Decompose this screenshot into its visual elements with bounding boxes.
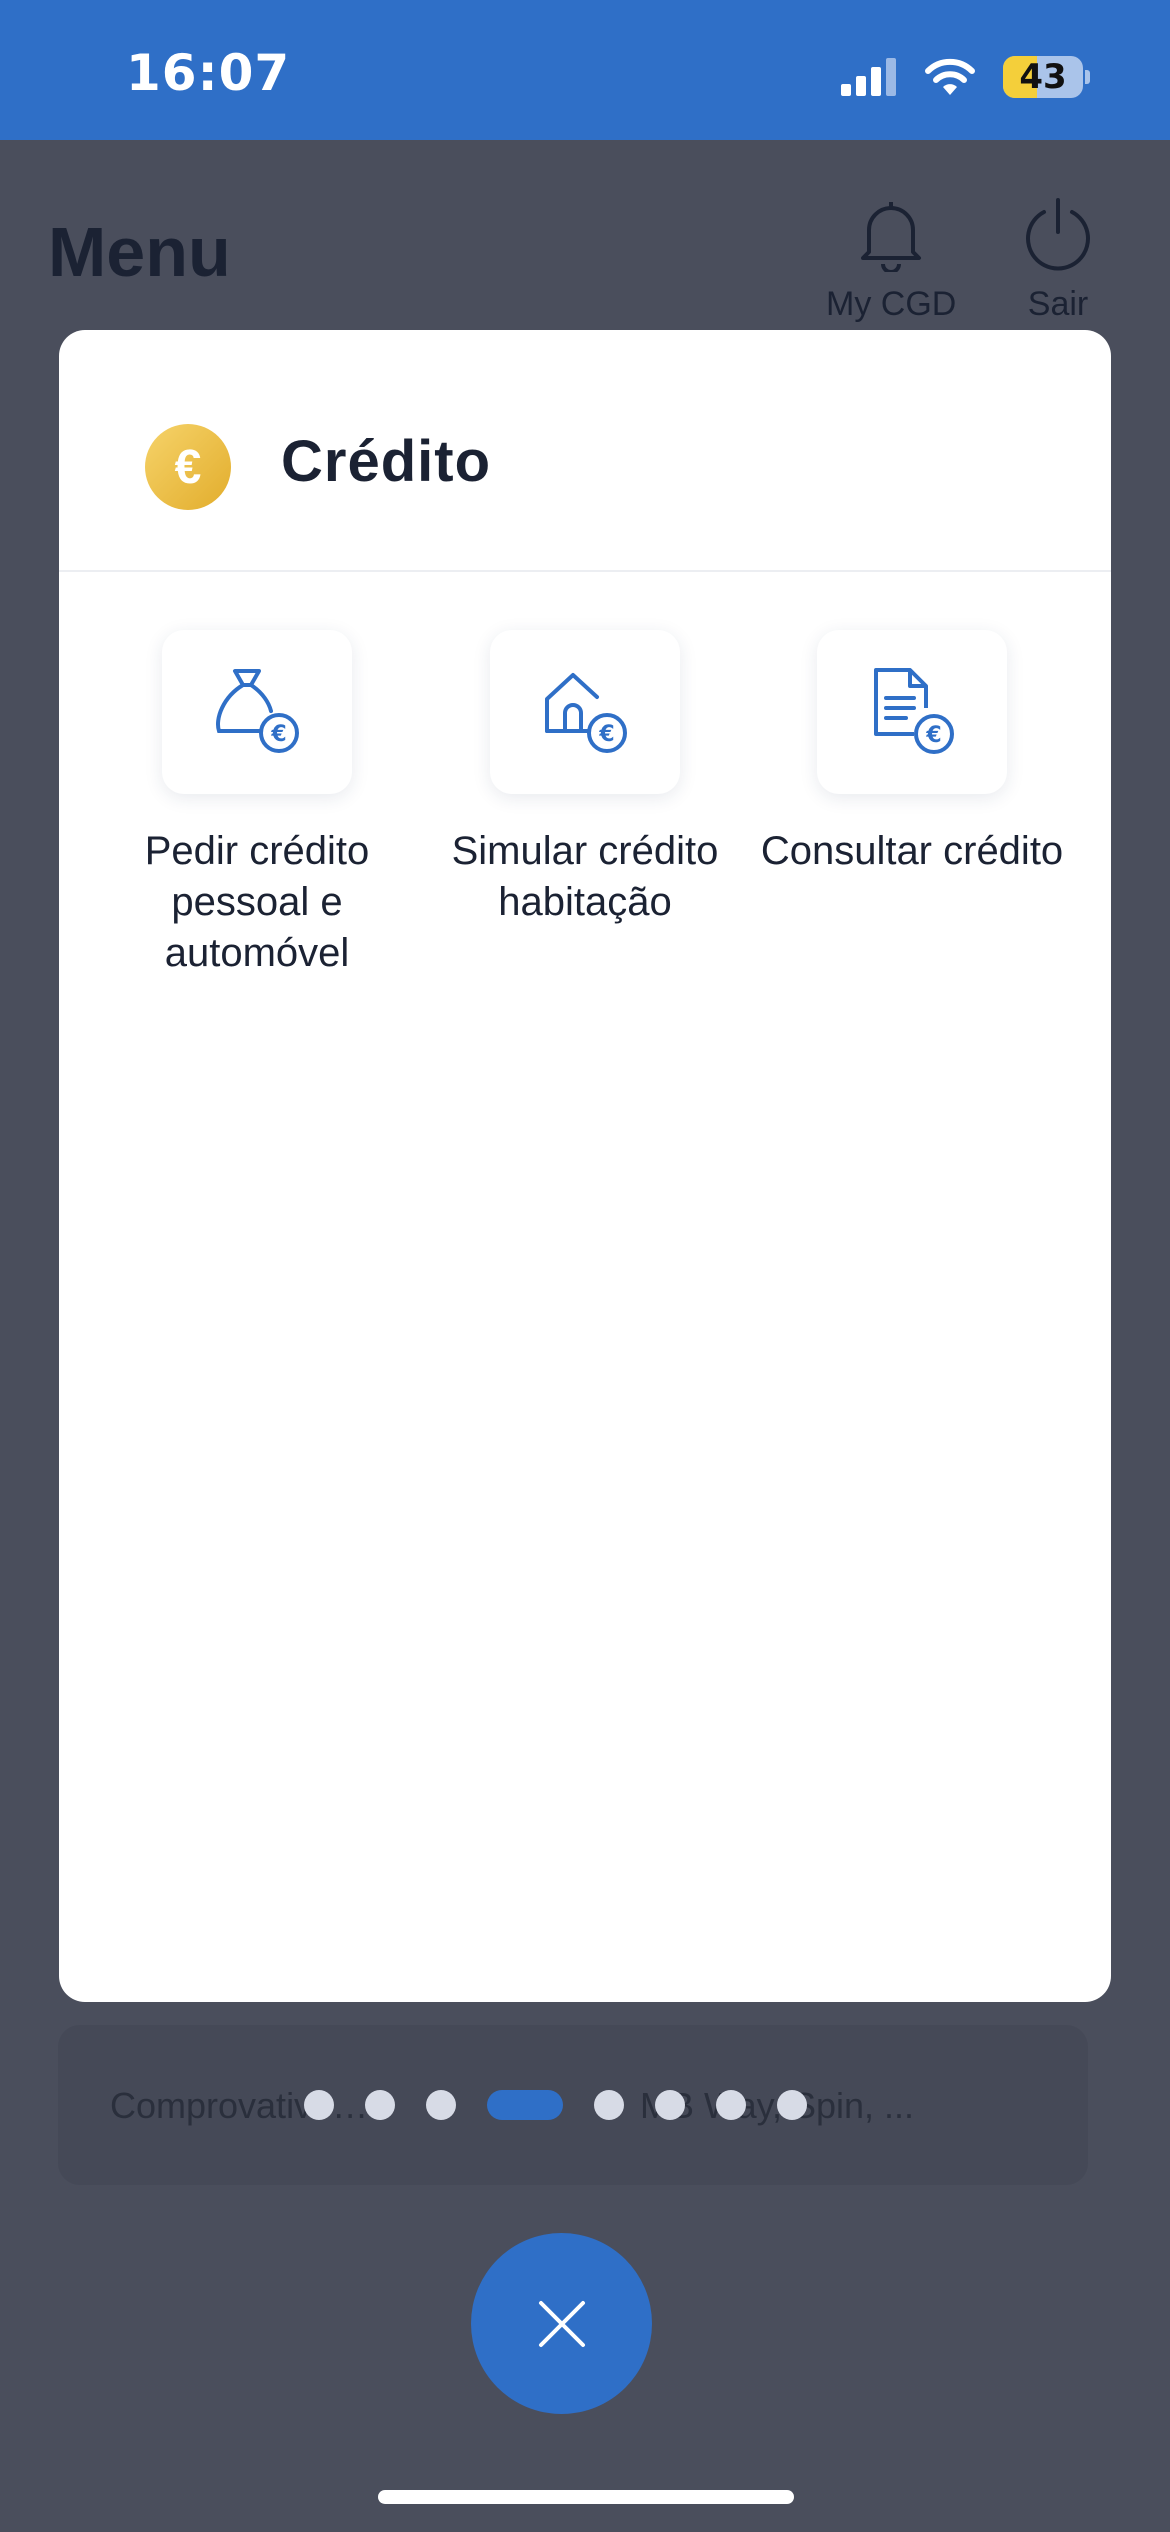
svg-text:€: € bbox=[598, 722, 614, 747]
status-icons: 43 bbox=[841, 52, 1090, 102]
request-personal-credit-option[interactable]: € Pedir crédito pessoal e automóvel bbox=[92, 630, 422, 979]
page-indicator bbox=[0, 2090, 1110, 2120]
page-dot[interactable] bbox=[654, 2090, 685, 2120]
credit-modal: € Crédito € Pedir crédito pessoal e auto… bbox=[59, 330, 1111, 2002]
svg-text:€: € bbox=[925, 723, 941, 748]
page-dot[interactable] bbox=[364, 2090, 395, 2120]
money-bag-euro-icon: € bbox=[216, 669, 299, 753]
option-label: Consultar crédito bbox=[760, 829, 1064, 873]
option-tile: € bbox=[490, 630, 680, 794]
bell-icon bbox=[861, 202, 922, 274]
my-cgd-label: My CGD bbox=[826, 285, 957, 323]
power-icon bbox=[1026, 198, 1090, 271]
my-cgd-button[interactable]: My CGD bbox=[826, 196, 956, 324]
option-tile: € bbox=[162, 630, 352, 794]
battery-indicator: 43 bbox=[1003, 56, 1083, 98]
house-euro-icon: € bbox=[545, 673, 627, 753]
modal-header: € Crédito bbox=[59, 330, 1111, 572]
cellular-signal-icon bbox=[841, 58, 896, 96]
status-bar: 16:07 43 bbox=[0, 0, 1170, 140]
page-dot-active[interactable] bbox=[486, 2090, 563, 2120]
simulate-mortgage-option[interactable]: € Simular crédito habitação bbox=[420, 630, 750, 928]
document-euro-icon: € bbox=[874, 668, 954, 754]
logout-label: Sair bbox=[1027, 285, 1089, 323]
status-time: 16:07 bbox=[126, 44, 291, 102]
modal-title: Crédito bbox=[281, 429, 491, 494]
option-tile: € bbox=[817, 630, 1007, 794]
option-label: Simular crédito habitação bbox=[451, 829, 719, 924]
page-dot[interactable] bbox=[715, 2090, 746, 2120]
option-label: Pedir crédito pessoal e automóvel bbox=[144, 829, 370, 975]
page-dot[interactable] bbox=[593, 2090, 624, 2120]
close-icon bbox=[538, 2300, 585, 2347]
page-dot[interactable] bbox=[425, 2090, 456, 2120]
home-indicator[interactable] bbox=[378, 2490, 794, 2504]
page-title: Menu bbox=[48, 213, 231, 291]
svg-text:€: € bbox=[270, 722, 286, 747]
page-dot[interactable] bbox=[776, 2090, 807, 2120]
close-button[interactable] bbox=[471, 2233, 652, 2414]
battery-percentage: 43 bbox=[1019, 57, 1067, 97]
page-dot[interactable] bbox=[303, 2090, 334, 2120]
euro-coin-icon: € bbox=[145, 424, 231, 510]
wifi-icon bbox=[925, 58, 975, 95]
logout-button[interactable]: Sair bbox=[1020, 196, 1096, 324]
consult-credit-option[interactable]: € Consultar crédito bbox=[747, 630, 1077, 877]
